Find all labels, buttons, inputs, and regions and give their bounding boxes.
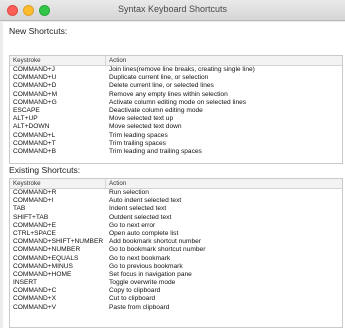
action-cell: Outdent selected text: [109, 213, 172, 221]
table-row[interactable]: COMMAND+HOME Set focus in navigation pane: [10, 271, 342, 279]
table-row[interactable]: COMMAND+M Remove any empty lines within s…: [10, 91, 342, 99]
keystroke-cell: COMMAND+MINUS: [13, 262, 73, 270]
table-row[interactable]: SHIFT+TAB Outdent selected text: [10, 214, 342, 222]
keystroke-cell: COMMAND+L: [13, 131, 56, 139]
content-panel: New Shortcuts: Keystroke Action COMMAND+…: [3, 22, 345, 328]
action-cell: Set focus in navigation pane: [109, 270, 192, 278]
table-row[interactable]: ESCAPE Deactivate column editing mode: [10, 107, 342, 115]
existing-shortcuts-table[interactable]: Keystroke Action COMMAND+R Run selection C…: [9, 178, 343, 328]
table-row[interactable]: COMMAND+I Auto indent selected text: [10, 197, 342, 205]
action-cell: Join lines(remove line breaks, creating …: [109, 66, 255, 73]
keystroke-cell: COMMAND+E: [13, 221, 57, 229]
action-cell: Add bookmark shortcut number: [109, 238, 201, 246]
new-shortcuts-title: New Shortcuts:: [9, 26, 68, 36]
action-cell: Cut to clipboard: [109, 295, 156, 303]
table-row[interactable]: COMMAND+T Trim trailing spaces: [10, 140, 342, 148]
action-cell: Deactivate column editing mode: [109, 106, 203, 114]
table-body: COMMAND+J Join lines(remove line breaks, …: [10, 66, 342, 156]
window-title: Syntax Keyboard Shortcuts: [117, 4, 228, 14]
table-body: COMMAND+R Run selection COMMAND+I Auto inde…: [10, 189, 342, 312]
existing-shortcuts-title: Existing Shortcuts:: [9, 165, 81, 175]
action-cell: Delete current line, or selected lines: [109, 82, 214, 90]
keystroke-cell: COMMAND+EQUALS: [13, 254, 79, 262]
keystroke-cell: COMMAND+B: [13, 147, 57, 155]
table-row[interactable]: COMMAND+X Cut to clipboard: [10, 295, 342, 303]
keystroke-cell: INSERT: [13, 279, 38, 287]
table-row[interactable]: COMMAND+MINUS Go to previous bookmark: [10, 263, 342, 271]
action-cell: Indent selected text: [109, 205, 167, 213]
keystroke-column-header[interactable]: Keystroke: [10, 179, 106, 188]
title-bar: Syntax Keyboard Shortcuts: [0, 0, 345, 21]
keystroke-cell: COMMAND+X: [13, 295, 57, 303]
table-row[interactable]: CTRL+SPACE Open auto complete list: [10, 230, 342, 238]
action-cell: Go to previous bookmark: [109, 262, 183, 270]
keystroke-cell: COMMAND+U: [13, 74, 57, 82]
action-column-header[interactable]: Action: [106, 56, 342, 65]
action-cell: Open auto complete list: [109, 229, 179, 237]
table-row[interactable]: COMMAND+D Delete current line, or selecte…: [10, 82, 342, 90]
keystroke-cell: COMMAND+V: [13, 303, 57, 311]
table-row[interactable]: COMMAND+G Activate column editing mode on…: [10, 99, 342, 107]
keystroke-cell: COMMAND+G: [13, 98, 57, 106]
keystroke-cell: COMMAND+R: [13, 189, 57, 196]
table-row[interactable]: COMMAND+SHIFT+NUMBER Add bookmark shortcu…: [10, 238, 342, 246]
keystroke-cell: TAB: [13, 205, 26, 213]
table-row[interactable]: COMMAND+EQUALS Go to next bookmark: [10, 255, 342, 263]
action-cell: Go to next error: [109, 221, 156, 229]
action-cell: Go to bookmark shortcut number: [109, 246, 206, 254]
table-row[interactable]: COMMAND+C Copy to clipboard: [10, 287, 342, 295]
table-row[interactable]: INSERT Toggle overwrite mode: [10, 279, 342, 287]
table-header: Keystroke Action: [10, 56, 342, 66]
keystroke-cell: COMMAND+C: [13, 287, 57, 295]
keystroke-cell: COMMAND+J: [13, 66, 55, 73]
action-cell: Move selected text up: [109, 115, 174, 123]
keystroke-cell: ESCAPE: [13, 106, 40, 114]
table-row[interactable]: TAB Indent selected text: [10, 205, 342, 213]
action-cell: Toggle overwrite mode: [109, 279, 176, 287]
table-row[interactable]: COMMAND+U Duplicate current line, or sele…: [10, 74, 342, 82]
action-cell: Remove any empty lines within selection: [109, 90, 228, 98]
table-row[interactable]: COMMAND+E Go to next error: [10, 222, 342, 230]
keystroke-cell: COMMAND+T: [13, 139, 56, 147]
action-cell: Activate column editing mode on selected…: [109, 98, 247, 106]
keystroke-column-header[interactable]: Keystroke: [10, 56, 106, 65]
keystroke-cell: COMMAND+SHIFT+NUMBER: [13, 238, 104, 246]
keystroke-cell: COMMAND+NUMBER: [13, 246, 81, 254]
new-shortcuts-table[interactable]: Keystroke Action COMMAND+J Join lines(rem…: [9, 55, 343, 164]
action-cell: Paste from clipboard: [109, 303, 170, 311]
keystroke-cell: SHIFT+TAB: [13, 213, 49, 221]
keystroke-cell: CTRL+SPACE: [13, 229, 56, 237]
action-cell: Auto indent selected text: [109, 197, 182, 205]
action-cell: Run selection: [109, 189, 149, 196]
action-cell: Trim trailing spaces: [109, 139, 166, 147]
table-row[interactable]: ALT+UP Move selected text up: [10, 115, 342, 123]
keystroke-cell: ALT+DOWN: [13, 123, 50, 131]
table-row[interactable]: COMMAND+NUMBER Go to bookmark shortcut nu…: [10, 246, 342, 254]
table-row[interactable]: COMMAND+V Paste from clipboard: [10, 304, 342, 312]
table-row[interactable]: COMMAND+R Run selection: [10, 189, 342, 197]
action-column-header[interactable]: Action: [106, 179, 342, 188]
action-cell: Trim leading spaces: [109, 131, 168, 139]
keystroke-cell: ALT+UP: [13, 115, 38, 123]
table-row[interactable]: COMMAND+L Trim leading spaces: [10, 132, 342, 140]
action-cell: Duplicate current line, or selection: [109, 74, 209, 82]
table-row[interactable]: ALT+DOWN Move selected text down: [10, 123, 342, 131]
table-row[interactable]: COMMAND+B Trim leading and trailing space…: [10, 148, 342, 156]
action-cell: Move selected text down: [109, 123, 182, 131]
keystroke-cell: COMMAND+HOME: [13, 270, 72, 278]
table-header: Keystroke Action: [10, 179, 342, 189]
action-cell: Copy to clipboard: [109, 287, 161, 295]
keystroke-cell: COMMAND+M: [13, 90, 58, 98]
keystroke-cell: COMMAND+D: [13, 82, 57, 90]
shortcuts-window: Syntax Keyboard Shortcuts New Shortcuts:…: [0, 0, 345, 328]
keystroke-cell: COMMAND+I: [13, 197, 54, 205]
action-cell: Trim leading and trailing spaces: [109, 147, 202, 155]
table-row[interactable]: COMMAND+J Join lines(remove line breaks, …: [10, 66, 342, 74]
action-cell: Go to next bookmark: [109, 254, 171, 262]
